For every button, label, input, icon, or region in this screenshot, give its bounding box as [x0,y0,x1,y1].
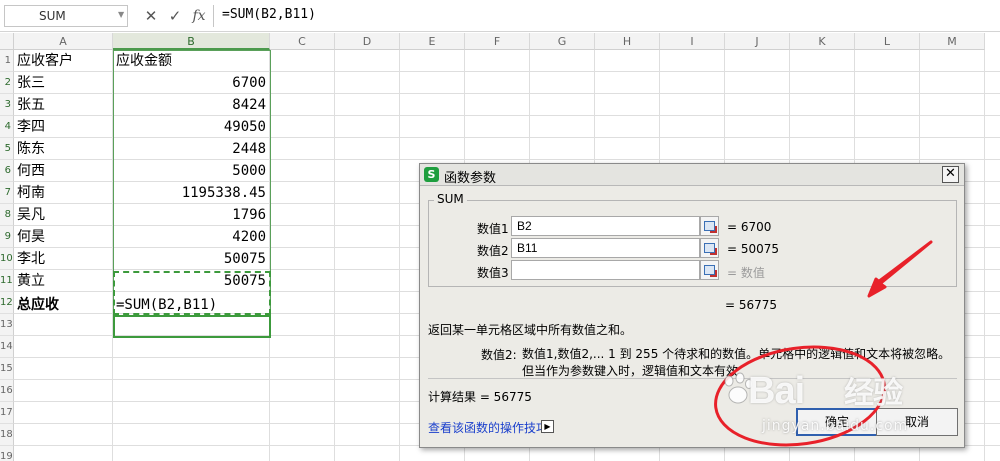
calc-result: 计算结果 = 56775 [428,390,532,404]
column-header-h[interactable]: H [595,33,660,50]
cell-a11[interactable]: 黄立 [15,270,112,292]
column-header-j[interactable]: J [725,33,790,50]
arg-label-3: 数值3 [477,266,509,280]
column-header-i[interactable]: I [660,33,725,50]
row-header-16[interactable]: 16 [0,380,14,402]
column-header-b[interactable]: B [113,33,270,50]
row-header-1[interactable]: 1 [0,50,14,72]
cell-b9[interactable]: 4200 [114,226,270,248]
cell-b1[interactable]: 应收金额 [114,50,270,72]
param-name: 数值2: [481,348,517,362]
column-header-m[interactable]: M [920,33,985,50]
video-help-icon[interactable]: ▶ [541,420,554,433]
cell-a8[interactable]: 吴凡 [15,204,112,226]
row-header-2[interactable]: 2 [0,72,14,94]
column-header-c[interactable]: C [270,33,335,50]
row-header-7[interactable]: 7 [0,182,14,204]
arg-label-1: 数值1 [477,222,509,236]
arg-value-2: = 50075 [727,242,780,256]
cell-a2[interactable]: 张三 [15,72,112,94]
cell-b11[interactable]: 50075 [114,270,270,292]
cell-a12-total-label[interactable]: 总应收 [15,294,112,316]
cell-b10[interactable]: 50075 [114,248,270,270]
cell-b12-formula[interactable]: =SUM(B2,B11) [114,294,270,316]
formula-bar: SUM ▼ ✕ ✓ fx =SUM(B2,B11) [0,0,1000,32]
cell-a3[interactable]: 张五 [15,94,112,116]
close-button[interactable]: ✕ [942,166,959,183]
help-link[interactable]: 查看该函数的操作技巧 [428,419,548,436]
arg-value-1: = 6700 [727,220,772,234]
arg-value-3: = 数值 [727,266,765,280]
row-header-11[interactable]: 11 [0,270,14,292]
row-header-8[interactable]: 8 [0,204,14,226]
cell-b4[interactable]: 49050 [114,116,270,138]
column-header-k[interactable]: K [790,33,855,50]
dialog-title: 函数参数 [444,171,497,186]
cell-b7[interactable]: 1195338.45 [114,182,270,204]
select-all-corner[interactable] [0,33,14,50]
column-header-e[interactable]: E [400,33,465,50]
name-box[interactable]: SUM [4,5,128,27]
arg-input-3[interactable] [511,260,700,280]
cell-b8[interactable]: 1796 [114,204,270,226]
dialog-title-bar[interactable]: S 函数参数 ✕ [420,164,964,186]
cell-a7[interactable]: 柯南 [15,182,112,204]
cancel-button[interactable]: 取消 [876,408,958,436]
divider [428,378,957,379]
cell-b3[interactable]: 8424 [114,94,270,116]
cell-a1[interactable]: 应收客户 [15,50,112,72]
row-header-13[interactable]: 13 [0,314,14,336]
insert-function-icon[interactable]: fx [189,5,209,27]
row-header-6[interactable]: 6 [0,160,14,182]
function-name-label: SUM [434,192,467,206]
row-header-18[interactable]: 18 [0,424,14,446]
range-select-button-3[interactable] [700,260,719,280]
cell-b5[interactable]: 2448 [114,138,270,160]
cell-a5[interactable]: 陈东 [15,138,112,160]
function-total: = 56775 [725,298,778,312]
row-header-19[interactable]: 19 [0,446,14,461]
function-arguments-dialog: S 函数参数 ✕ SUM 数值1 B2 = 6700 数值2 B11 = 500… [419,163,965,448]
wps-logo-icon: S [424,167,439,182]
ok-button[interactable]: 确定 [796,408,878,436]
confirm-icon[interactable]: ✓ [165,5,185,27]
function-description: 返回某一单元格区域中所有数值之和。 [428,323,633,337]
cell-a4[interactable]: 李四 [15,116,112,138]
column-header-d[interactable]: D [335,33,400,50]
row-header-15[interactable]: 15 [0,358,14,380]
column-header-a[interactable]: A [14,33,113,50]
arg-input-1[interactable]: B2 [511,216,700,236]
row-header-9[interactable]: 9 [0,226,14,248]
arg-label-2: 数值2 [477,244,509,258]
cell-b2[interactable]: 6700 [114,72,270,94]
cell-a6[interactable]: 何西 [15,160,112,182]
range-select-button-2[interactable] [700,238,719,258]
cell-b6[interactable]: 5000 [114,160,270,182]
formula-input[interactable]: =SUM(B2,B11) [213,5,1000,27]
range-select-button-1[interactable] [700,216,719,236]
cancel-icon[interactable]: ✕ [141,5,161,27]
column-header-l[interactable]: L [855,33,920,50]
arg-input-2[interactable]: B11 [511,238,700,258]
row-header-10[interactable]: 10 [0,248,14,270]
param-description: 数值1,数值2,... 1 到 255 个待求和的数值。单元格中的逻辑值和文本将… [522,347,951,378]
row-header-14[interactable]: 14 [0,336,14,358]
cell-a9[interactable]: 何昊 [15,226,112,248]
chevron-down-icon[interactable]: ▼ [118,10,124,19]
row-header-4[interactable]: 4 [0,116,14,138]
column-header-f[interactable]: F [465,33,530,50]
row-header-3[interactable]: 3 [0,94,14,116]
column-header-g[interactable]: G [530,33,595,50]
row-header-12[interactable]: 12 [0,292,14,314]
row-header-17[interactable]: 17 [0,402,14,424]
row-header-5[interactable]: 5 [0,138,14,160]
cell-a10[interactable]: 李北 [15,248,112,270]
